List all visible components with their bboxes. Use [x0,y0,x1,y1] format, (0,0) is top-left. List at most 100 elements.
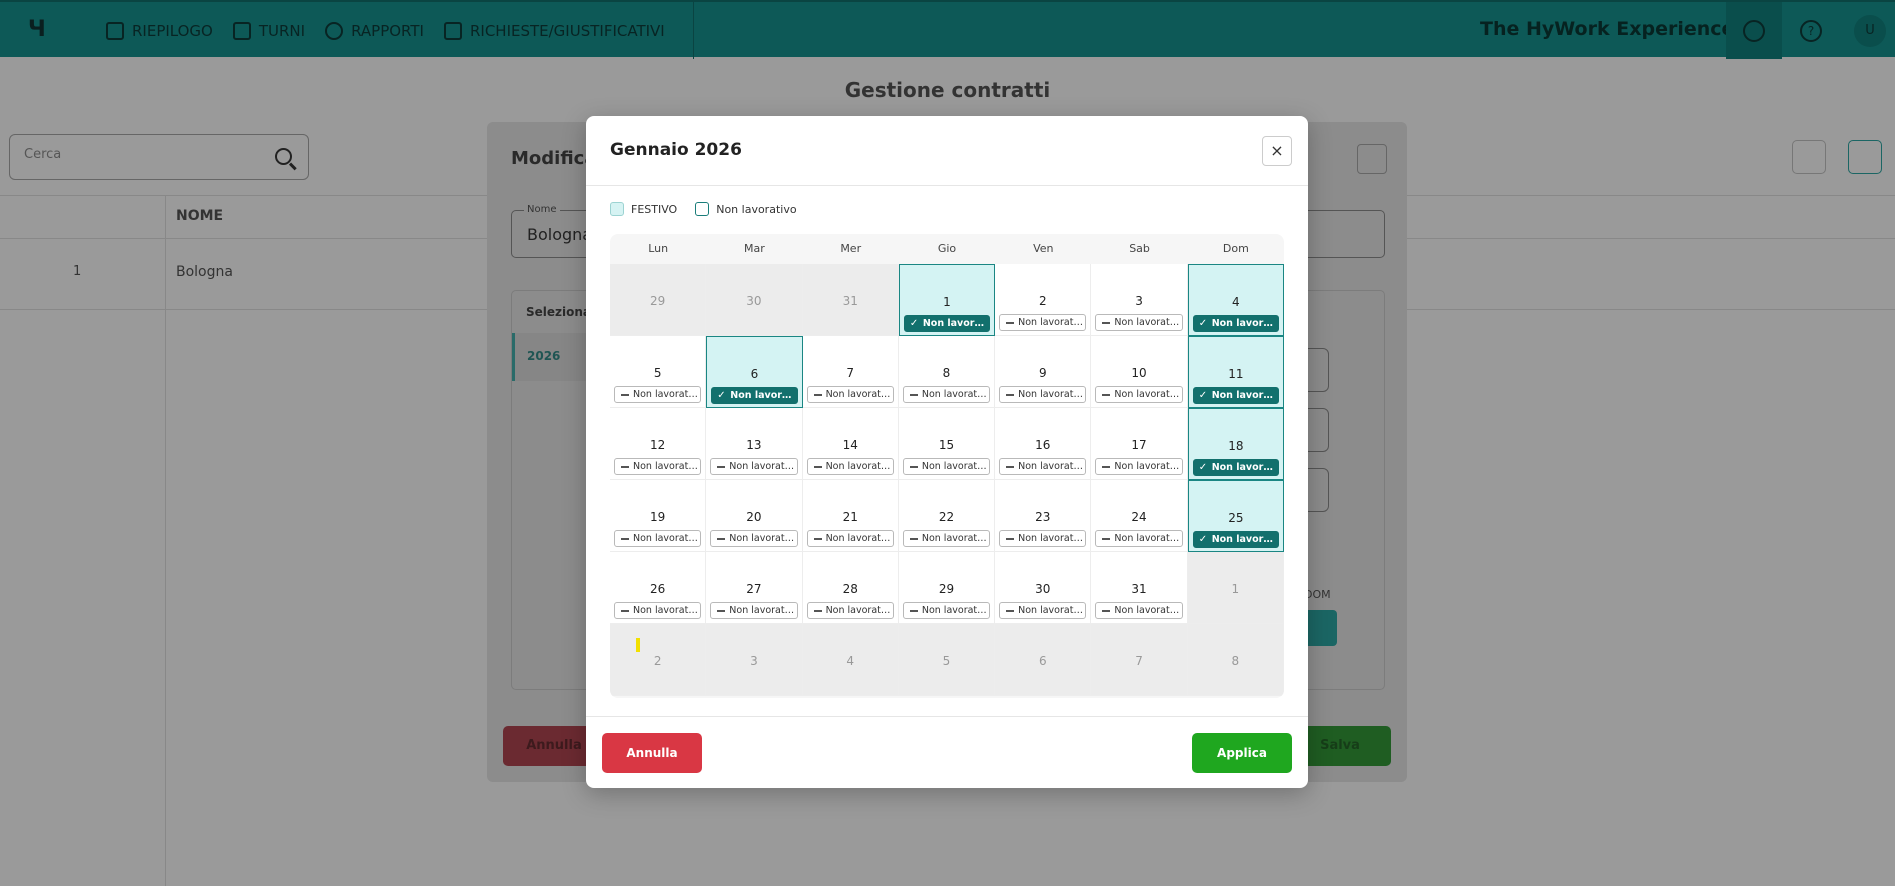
nonworking-toggle[interactable]: Non lavorativo [614,458,702,475]
nonworking-toggle[interactable]: Non lavorativo [999,530,1087,547]
app-logo-icon[interactable]: Ч [28,18,50,42]
calendar-day[interactable]: 28 Non lavorativo [802,552,899,624]
nonworking-toggle[interactable]: Non lavorativo [1192,459,1279,476]
calendar-day[interactable]: 29 [610,264,707,336]
nonworking-toggle[interactable]: Non lavorativo [1192,387,1279,404]
settings-button[interactable] [1726,2,1782,59]
close-button[interactable]: × [1262,136,1292,166]
nonworking-toggle[interactable]: Non lavorativo [1192,315,1279,332]
calendar-day[interactable]: 6 [995,624,1092,696]
day-number: 20 [746,510,762,524]
calendar-day[interactable]: 9 Non lavorativo [995,336,1092,408]
calendar-day[interactable]: 5 Non lavorativo [610,336,707,408]
day-number: 1 [943,295,951,309]
calendar-day[interactable]: 15 Non lavorativo [898,408,996,480]
nonworking-toggle[interactable]: Non lavorativo [1095,386,1183,403]
calendar-day[interactable]: 13 Non lavorativo [706,408,803,480]
nonworking-toggle[interactable]: Non lavorativo [902,530,991,547]
user-menu-button[interactable]: U [1842,2,1895,59]
calendar-day[interactable]: 4 Non lavorativo [1187,264,1284,336]
nav-richieste[interactable]: RICHIESTE/GIUSTIFICATIVI [443,2,665,59]
nonworking-toggle[interactable]: Non lavorativo [1095,458,1183,475]
weekday-label: Ven [1033,242,1054,255]
nonworking-toggle[interactable]: Non lavorativo [806,602,894,619]
apply-button[interactable]: Applica [1192,733,1292,773]
nav-rapporti[interactable]: RAPPORTI [325,2,424,59]
nonworking-toggle[interactable]: Non lavorativo [902,386,991,403]
nonworking-toggle[interactable]: Non lavorativo [1192,531,1279,548]
row-id: 1 [73,264,82,279]
calendar-day[interactable]: 10 Non lavorativo [1091,336,1188,408]
calendar-day[interactable]: 21 Non lavorativo [802,480,899,552]
calendar-day[interactable]: 7 Non lavorativo [802,336,899,408]
nonworking-toggle[interactable]: Non lavorativo [1095,314,1183,331]
calendar-day[interactable]: 3 [706,624,803,696]
calendar-day[interactable]: 6 Non lavorativo [706,336,803,408]
nonworking-toggle[interactable]: Non lavorativo [902,602,991,619]
nonworking-toggle[interactable]: Non lavorativo [1095,602,1183,619]
calendar-day[interactable]: 2 Non lavorativo [995,264,1092,336]
calendar-day[interactable]: 20 Non lavorativo [706,480,803,552]
nav-turni[interactable]: TURNI [232,2,305,59]
nonworking-toggle[interactable]: Non lavorativo [614,602,702,619]
calendar-day[interactable]: 11 Non lavorativo [1187,336,1284,408]
help-button[interactable]: ? [1783,2,1839,59]
calendar-day[interactable]: 3 Non lavorativo [1091,264,1188,336]
day-number: 28 [842,582,858,596]
calendar-day[interactable]: 2 [610,624,707,696]
nonworking-toggle[interactable]: Non lavorativo [806,530,894,547]
calendar-day[interactable]: 23 Non lavorativo [995,480,1092,552]
nonworking-toggle[interactable]: Non lavorativo [999,314,1087,331]
calendar-day[interactable]: 1 [1187,552,1284,624]
day-number: 5 [653,366,662,380]
nonworking-toggle[interactable]: Non lavorativo [806,458,894,475]
day-number: 21 [842,510,858,524]
day-number: 7 [1135,654,1143,668]
nonworking-toggle[interactable]: Non lavorativo [711,387,798,404]
calendar-day[interactable]: 8 Non lavorativo [898,336,996,408]
calendar-day[interactable]: 18 Non lavorativo [1187,408,1284,480]
year-item[interactable]: 2026 [512,333,592,381]
calendar-day[interactable]: 22 Non lavorativo [898,480,996,552]
nonworking-toggle[interactable]: Non lavorativo [614,530,702,547]
nonworking-toggle[interactable]: Non lavorativo [710,458,798,475]
nonworking-toggle[interactable]: Non lavorativo [999,602,1087,619]
nonworking-toggle[interactable]: Non lavorativo [710,530,798,547]
calendar-day[interactable]: 17 Non lavorativo [1091,408,1188,480]
nonworking-toggle[interactable]: Non lavorativo [999,458,1087,475]
nonworking-toggle[interactable]: Non lavorativo [903,315,991,332]
calendar-day[interactable]: 26 Non lavorativo [610,552,707,624]
nonworking-toggle[interactable]: Non lavorativo [614,386,702,403]
calendar-day[interactable]: 5 [898,624,996,696]
calendar-day[interactable]: 25 Non lavorativo [1187,480,1284,552]
refresh-button[interactable] [1792,140,1826,174]
gear-icon [1743,19,1765,42]
nonworking-toggle[interactable]: Non lavorativo [806,386,894,403]
calendar-day[interactable]: 12 Non lavorativo [610,408,707,480]
column-header-name[interactable]: NOME [176,208,223,224]
calendar-day[interactable]: 27 Non lavorativo [706,552,803,624]
calendar-day[interactable]: 16 Non lavorativo [995,408,1092,480]
calendar-day[interactable]: 31 [802,264,899,336]
add-button[interactable] [1848,140,1882,174]
nonworking-toggle[interactable]: Non lavorativo [902,458,991,475]
nonworking-toggle[interactable]: Non lavorativo [710,602,798,619]
calendar-day[interactable]: 4 [802,624,899,696]
calendar-day[interactable]: 19 Non lavorativo [610,480,707,552]
calendar-day[interactable]: 8 [1187,624,1284,696]
calendar-day[interactable]: 14 Non lavorativo [802,408,899,480]
nav-riepilogo[interactable]: RIEPILOGO [106,2,213,59]
calendar-day[interactable]: 31 Non lavorativo [1091,552,1188,624]
cancel-button[interactable]: Annulla [602,733,702,773]
nonworking-toggle[interactable]: Non lavorativo [1095,530,1183,547]
calendar-day[interactable]: 30 [706,264,803,336]
search-icon[interactable] [275,148,292,165]
calendar-day[interactable]: 30 Non lavorativo [995,552,1092,624]
calendar-day[interactable]: 29 Non lavorativo [898,552,996,624]
search-input[interactable] [24,147,264,162]
edit-panel-close-button[interactable] [1357,144,1387,174]
nonworking-toggle[interactable]: Non lavorativo [999,386,1087,403]
calendar-day[interactable]: 24 Non lavorativo [1091,480,1188,552]
calendar-day[interactable]: 7 [1091,624,1188,696]
calendar-day[interactable]: 1 Non lavorativo [898,264,996,336]
